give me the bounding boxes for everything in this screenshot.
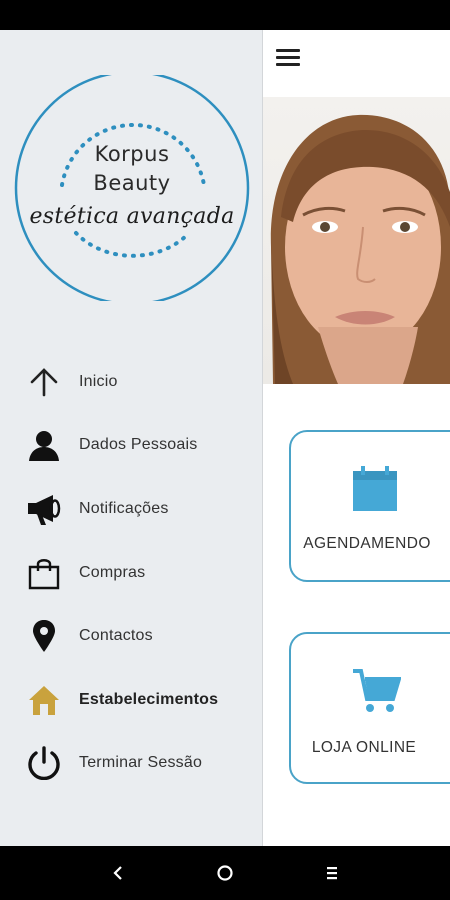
logo-text-line1: Korpus	[94, 142, 170, 166]
menu-item-label: Contactos	[79, 627, 153, 644]
app-screen: AGENDAMENDO LOJA ONLINE Korpus Beauty es…	[0, 30, 450, 846]
menu-item-dados-pessoais[interactable]: Dados Pessoais	[0, 420, 263, 470]
hamburger-menu-icon[interactable]	[276, 47, 302, 69]
home-icon	[27, 683, 61, 717]
brand-logo: Korpus Beauty estética avançada	[14, 75, 250, 301]
menu-item-label: Notificações	[79, 500, 169, 517]
arrow-up-icon	[27, 365, 61, 399]
recents-icon[interactable]	[318, 859, 346, 887]
home-circle-icon[interactable]	[211, 859, 239, 887]
menu-item-inicio[interactable]: Inicio	[0, 357, 263, 407]
location-pin-icon	[27, 619, 61, 653]
shopping-bag-icon	[27, 556, 61, 590]
megaphone-icon	[27, 492, 61, 526]
menu-item-label: Inicio	[79, 373, 118, 390]
menu-item-label: Estabelecimentos	[79, 691, 219, 708]
power-icon	[27, 746, 61, 781]
card-loja-online[interactable]: LOJA ONLINE	[289, 632, 450, 784]
menu-item-estabelecimentos[interactable]: Estabelecimentos	[0, 675, 263, 725]
card-label: LOJA ONLINE	[311, 739, 417, 756]
menu-item-label: Dados Pessoais	[79, 436, 198, 453]
hero-image	[263, 97, 450, 384]
system-nav-bar	[0, 846, 450, 900]
menu-item-label: Compras	[79, 564, 146, 581]
navigation-drawer: Korpus Beauty estética avançada Inicio D…	[0, 30, 263, 846]
menu-item-label: Terminar Sessão	[79, 754, 203, 771]
logo-text-line2: Beauty	[93, 171, 171, 195]
menu-item-contactos[interactable]: Contactos	[0, 611, 263, 661]
calendar-icon	[351, 465, 399, 518]
menu-item-compras[interactable]: Compras	[0, 548, 263, 598]
menu-item-notificacoes[interactable]: Notificações	[0, 484, 263, 534]
person-icon	[27, 428, 61, 462]
logo-tagline: estética avançada	[29, 204, 235, 229]
woman-face-illustration	[270, 114, 450, 384]
status-bar	[0, 0, 450, 30]
shopping-cart-icon	[351, 667, 402, 720]
card-agendamento[interactable]: AGENDAMENDO	[289, 430, 450, 582]
menu-item-terminar-sessao[interactable]: Terminar Sessão	[0, 738, 263, 788]
back-icon[interactable]	[104, 859, 132, 887]
card-label: AGENDAMENDO	[303, 535, 431, 552]
